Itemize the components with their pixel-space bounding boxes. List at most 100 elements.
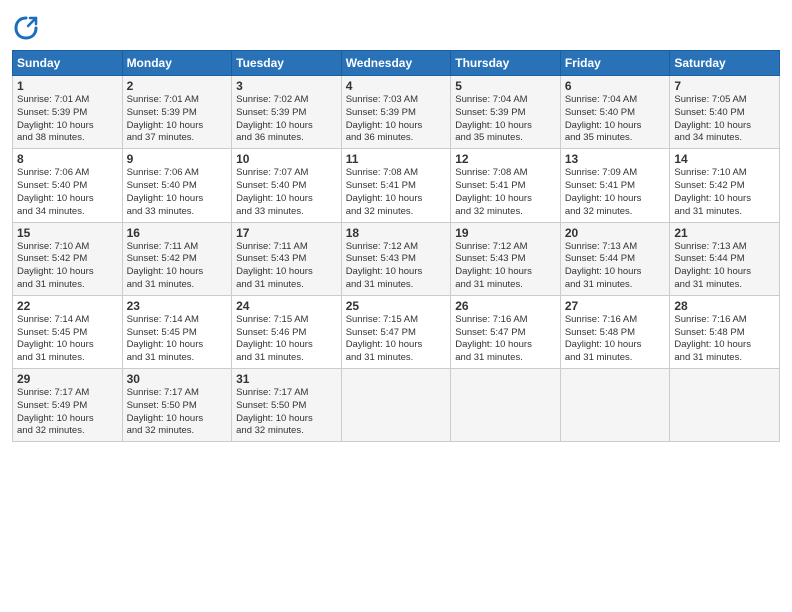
calendar-cell: 25Sunrise: 7:15 AM Sunset: 5:47 PM Dayli… [341,295,451,368]
calendar-cell: 14Sunrise: 7:10 AM Sunset: 5:42 PM Dayli… [670,149,780,222]
calendar-cell: 26Sunrise: 7:16 AM Sunset: 5:47 PM Dayli… [451,295,561,368]
calendar-cell: 21Sunrise: 7:13 AM Sunset: 5:44 PM Dayli… [670,222,780,295]
week-row-2: 8Sunrise: 7:06 AM Sunset: 5:40 PM Daylig… [13,149,780,222]
calendar-cell: 11Sunrise: 7:08 AM Sunset: 5:41 PM Dayli… [341,149,451,222]
week-row-4: 22Sunrise: 7:14 AM Sunset: 5:45 PM Dayli… [13,295,780,368]
calendar-cell: 5Sunrise: 7:04 AM Sunset: 5:39 PM Daylig… [451,76,561,149]
column-header-thursday: Thursday [451,51,561,76]
day-number: 7 [674,79,775,93]
calendar-cell: 19Sunrise: 7:12 AM Sunset: 5:43 PM Dayli… [451,222,561,295]
day-number: 5 [455,79,556,93]
page-container: SundayMondayTuesdayWednesdayThursdayFrid… [0,0,792,450]
day-number: 11 [346,152,447,166]
day-info: Sunrise: 7:14 AM Sunset: 5:45 PM Dayligh… [17,314,118,365]
day-number: 10 [236,152,337,166]
day-number: 24 [236,299,337,313]
calendar-table: SundayMondayTuesdayWednesdayThursdayFrid… [12,50,780,442]
calendar-header: SundayMondayTuesdayWednesdayThursdayFrid… [13,51,780,76]
calendar-cell: 7Sunrise: 7:05 AM Sunset: 5:40 PM Daylig… [670,76,780,149]
logo-icon [12,14,40,42]
day-number: 22 [17,299,118,313]
day-number: 1 [17,79,118,93]
day-info: Sunrise: 7:17 AM Sunset: 5:50 PM Dayligh… [236,387,337,438]
day-number: 8 [17,152,118,166]
day-info: Sunrise: 7:01 AM Sunset: 5:39 PM Dayligh… [17,94,118,145]
week-row-1: 1Sunrise: 7:01 AM Sunset: 5:39 PM Daylig… [13,76,780,149]
week-row-3: 15Sunrise: 7:10 AM Sunset: 5:42 PM Dayli… [13,222,780,295]
column-header-monday: Monday [122,51,232,76]
calendar-cell: 17Sunrise: 7:11 AM Sunset: 5:43 PM Dayli… [232,222,342,295]
day-number: 21 [674,226,775,240]
day-info: Sunrise: 7:02 AM Sunset: 5:39 PM Dayligh… [236,94,337,145]
calendar-cell: 23Sunrise: 7:14 AM Sunset: 5:45 PM Dayli… [122,295,232,368]
day-number: 2 [127,79,228,93]
day-info: Sunrise: 7:11 AM Sunset: 5:43 PM Dayligh… [236,241,337,292]
calendar-cell [670,369,780,442]
calendar-cell: 1Sunrise: 7:01 AM Sunset: 5:39 PM Daylig… [13,76,123,149]
day-number: 17 [236,226,337,240]
column-header-sunday: Sunday [13,51,123,76]
calendar-cell: 28Sunrise: 7:16 AM Sunset: 5:48 PM Dayli… [670,295,780,368]
day-info: Sunrise: 7:10 AM Sunset: 5:42 PM Dayligh… [17,241,118,292]
day-info: Sunrise: 7:15 AM Sunset: 5:46 PM Dayligh… [236,314,337,365]
day-info: Sunrise: 7:16 AM Sunset: 5:47 PM Dayligh… [455,314,556,365]
calendar-cell: 22Sunrise: 7:14 AM Sunset: 5:45 PM Dayli… [13,295,123,368]
day-info: Sunrise: 7:12 AM Sunset: 5:43 PM Dayligh… [455,241,556,292]
calendar-cell: 24Sunrise: 7:15 AM Sunset: 5:46 PM Dayli… [232,295,342,368]
calendar-cell: 18Sunrise: 7:12 AM Sunset: 5:43 PM Dayli… [341,222,451,295]
day-number: 27 [565,299,666,313]
calendar-cell: 8Sunrise: 7:06 AM Sunset: 5:40 PM Daylig… [13,149,123,222]
day-info: Sunrise: 7:07 AM Sunset: 5:40 PM Dayligh… [236,167,337,218]
day-info: Sunrise: 7:12 AM Sunset: 5:43 PM Dayligh… [346,241,447,292]
week-row-5: 29Sunrise: 7:17 AM Sunset: 5:49 PM Dayli… [13,369,780,442]
day-number: 4 [346,79,447,93]
calendar-cell: 20Sunrise: 7:13 AM Sunset: 5:44 PM Dayli… [560,222,670,295]
day-info: Sunrise: 7:03 AM Sunset: 5:39 PM Dayligh… [346,94,447,145]
header-row [12,10,780,42]
day-info: Sunrise: 7:06 AM Sunset: 5:40 PM Dayligh… [127,167,228,218]
day-info: Sunrise: 7:11 AM Sunset: 5:42 PM Dayligh… [127,241,228,292]
day-info: Sunrise: 7:05 AM Sunset: 5:40 PM Dayligh… [674,94,775,145]
day-number: 19 [455,226,556,240]
calendar-body: 1Sunrise: 7:01 AM Sunset: 5:39 PM Daylig… [13,76,780,442]
calendar-cell: 13Sunrise: 7:09 AM Sunset: 5:41 PM Dayli… [560,149,670,222]
day-number: 16 [127,226,228,240]
day-info: Sunrise: 7:16 AM Sunset: 5:48 PM Dayligh… [674,314,775,365]
day-number: 15 [17,226,118,240]
day-number: 6 [565,79,666,93]
calendar-cell: 30Sunrise: 7:17 AM Sunset: 5:50 PM Dayli… [122,369,232,442]
calendar-cell: 31Sunrise: 7:17 AM Sunset: 5:50 PM Dayli… [232,369,342,442]
day-info: Sunrise: 7:06 AM Sunset: 5:40 PM Dayligh… [17,167,118,218]
day-number: 31 [236,372,337,386]
day-info: Sunrise: 7:13 AM Sunset: 5:44 PM Dayligh… [674,241,775,292]
calendar-cell [560,369,670,442]
day-info: Sunrise: 7:13 AM Sunset: 5:44 PM Dayligh… [565,241,666,292]
day-number: 20 [565,226,666,240]
day-info: Sunrise: 7:14 AM Sunset: 5:45 PM Dayligh… [127,314,228,365]
column-header-saturday: Saturday [670,51,780,76]
day-info: Sunrise: 7:09 AM Sunset: 5:41 PM Dayligh… [565,167,666,218]
day-number: 29 [17,372,118,386]
day-info: Sunrise: 7:08 AM Sunset: 5:41 PM Dayligh… [346,167,447,218]
calendar-cell [451,369,561,442]
day-number: 18 [346,226,447,240]
day-number: 26 [455,299,556,313]
calendar-cell: 2Sunrise: 7:01 AM Sunset: 5:39 PM Daylig… [122,76,232,149]
calendar-cell: 27Sunrise: 7:16 AM Sunset: 5:48 PM Dayli… [560,295,670,368]
day-info: Sunrise: 7:04 AM Sunset: 5:39 PM Dayligh… [455,94,556,145]
day-info: Sunrise: 7:01 AM Sunset: 5:39 PM Dayligh… [127,94,228,145]
day-number: 13 [565,152,666,166]
day-number: 30 [127,372,228,386]
day-info: Sunrise: 7:17 AM Sunset: 5:50 PM Dayligh… [127,387,228,438]
column-header-friday: Friday [560,51,670,76]
calendar-cell: 12Sunrise: 7:08 AM Sunset: 5:41 PM Dayli… [451,149,561,222]
calendar-cell: 10Sunrise: 7:07 AM Sunset: 5:40 PM Dayli… [232,149,342,222]
day-number: 25 [346,299,447,313]
day-info: Sunrise: 7:16 AM Sunset: 5:48 PM Dayligh… [565,314,666,365]
header-row-days: SundayMondayTuesdayWednesdayThursdayFrid… [13,51,780,76]
day-number: 9 [127,152,228,166]
day-number: 28 [674,299,775,313]
calendar-cell: 6Sunrise: 7:04 AM Sunset: 5:40 PM Daylig… [560,76,670,149]
day-number: 12 [455,152,556,166]
day-info: Sunrise: 7:08 AM Sunset: 5:41 PM Dayligh… [455,167,556,218]
